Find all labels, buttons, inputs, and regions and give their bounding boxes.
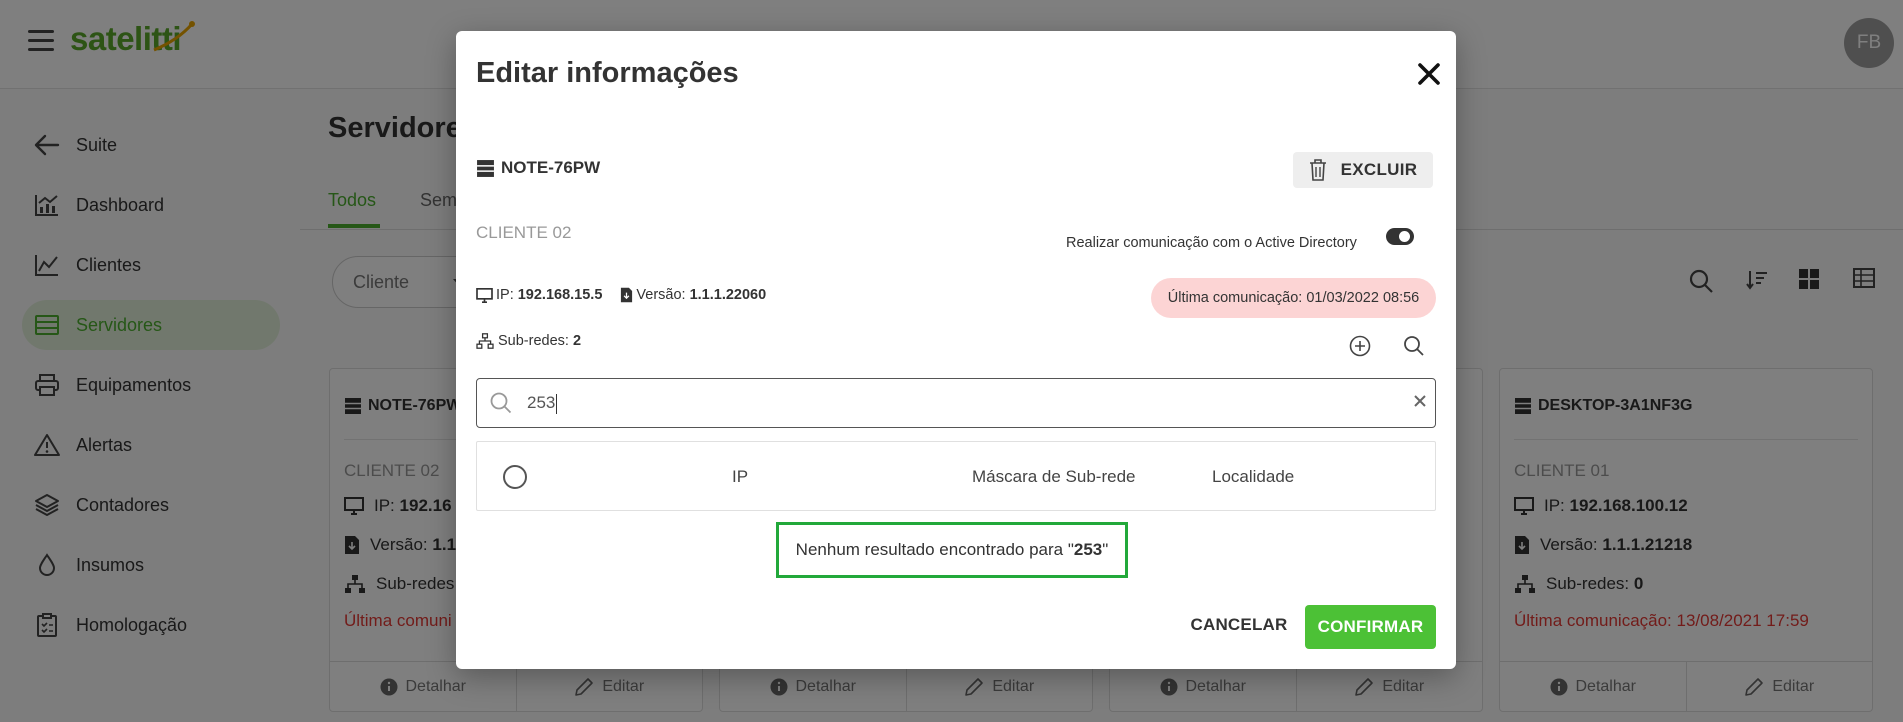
clear-icon[interactable] — [1413, 394, 1427, 408]
ip-value: 192.168.15.5 — [517, 287, 603, 303]
subnets-label: Sub-redes: — [498, 333, 569, 349]
no-result-prefix: Nenhum resultado encontrado para " — [795, 540, 1074, 559]
add-circle-icon[interactable] — [1349, 335, 1371, 357]
search-icon[interactable] — [1403, 335, 1425, 357]
edit-info-modal: Editar informações NOTE-76PW EXCLUIR CLI… — [456, 31, 1456, 669]
server-icon — [477, 159, 494, 177]
delete-label: EXCLUIR — [1340, 160, 1418, 179]
last-communication-badge: Última comunicação: 01/03/2022 08:56 — [1151, 278, 1436, 318]
column-mask[interactable]: Máscara de Sub-rede — [972, 467, 1135, 487]
client-name: CLIENTE 02 — [476, 223, 572, 242]
server-name-text: NOTE-76PW — [501, 158, 601, 177]
subnet-search-field[interactable]: 253 — [476, 378, 1436, 428]
active-directory-toggle[interactable] — [1386, 228, 1414, 245]
search-input[interactable]: 253 — [527, 393, 558, 414]
search-icon — [490, 392, 512, 414]
column-location[interactable]: Localidade — [1212, 467, 1294, 487]
subnets-table-header: IP Máscara de Sub-rede Localidade — [476, 441, 1436, 511]
close-icon[interactable] — [1414, 59, 1444, 89]
subnets-info: Sub-redes: 2 — [476, 333, 581, 349]
network-icon — [476, 333, 494, 349]
trash-icon — [1309, 159, 1326, 181]
version-label: Versão: — [636, 287, 686, 303]
file-download-icon — [621, 287, 633, 303]
modal-title: Editar informações — [476, 57, 739, 89]
search-value: 253 — [527, 393, 556, 412]
subnets-count: 2 — [572, 333, 582, 349]
no-results-message: Nenhum resultado encontrado para "253" — [776, 522, 1128, 578]
no-result-suffix: " — [1102, 540, 1109, 559]
version-value: 1.1.1.22060 — [689, 287, 767, 303]
active-directory-label: Realizar comunicação com o Active Direct… — [1066, 235, 1357, 251]
confirm-button[interactable]: CONFIRMAR — [1305, 605, 1436, 649]
delete-button[interactable]: EXCLUIR — [1293, 152, 1433, 188]
server-info: IP: 192.168.15.5 Versão: 1.1.1.22060 — [476, 287, 766, 303]
ip-label: IP: — [496, 287, 514, 303]
modal-server-name: NOTE-76PW — [476, 158, 600, 178]
no-result-term: 253 — [1073, 540, 1103, 559]
cancel-button[interactable]: CANCELAR — [1184, 603, 1294, 647]
column-ip[interactable]: IP — [732, 467, 748, 487]
select-all-radio[interactable] — [503, 465, 527, 489]
monitor-icon — [476, 287, 493, 303]
